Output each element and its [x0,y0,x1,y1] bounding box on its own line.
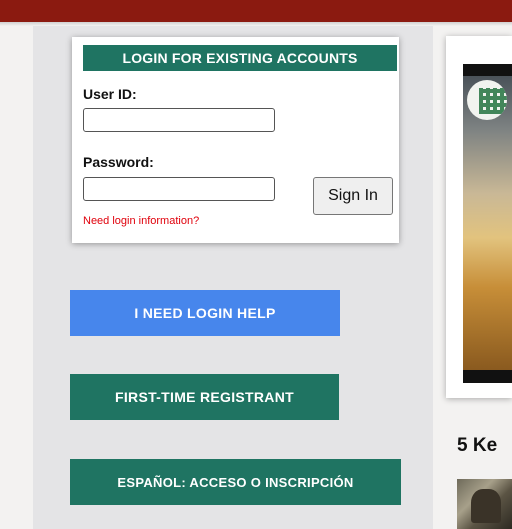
user-id-input[interactable] [83,108,275,132]
login-help-button[interactable]: I NEED LOGIN HELP [70,290,340,336]
password-input[interactable] [83,177,275,201]
user-id-label: User ID: [83,86,137,102]
video-thumbnail-scene [463,76,512,370]
top-banner-bar [0,0,512,22]
video-player[interactable] [463,64,512,383]
espanol-access-button[interactable]: ESPAÑOL: ACCESO O INSCRIPCIÓN [70,459,401,505]
need-login-info-link[interactable]: Need login information? [83,215,199,227]
article-heading-clip: 5 Ke [457,432,512,462]
login-form: LOGIN FOR EXISTING ACCOUNTS User ID: Pas… [72,37,399,243]
first-time-registrant-button[interactable]: FIRST-TIME REGISTRANT [70,374,339,420]
video-card [446,36,512,398]
article-heading[interactable]: 5 Ke [457,435,497,457]
login-form-header: LOGIN FOR EXISTING ACCOUNTS [83,45,397,71]
sign-in-button[interactable]: Sign In [313,177,393,215]
logo-windows-shape [479,88,507,114]
thumbnail-figure [471,489,501,523]
password-label: Password: [83,154,154,170]
building-logo-icon [467,80,507,120]
article-thumbnail[interactable] [457,479,512,529]
